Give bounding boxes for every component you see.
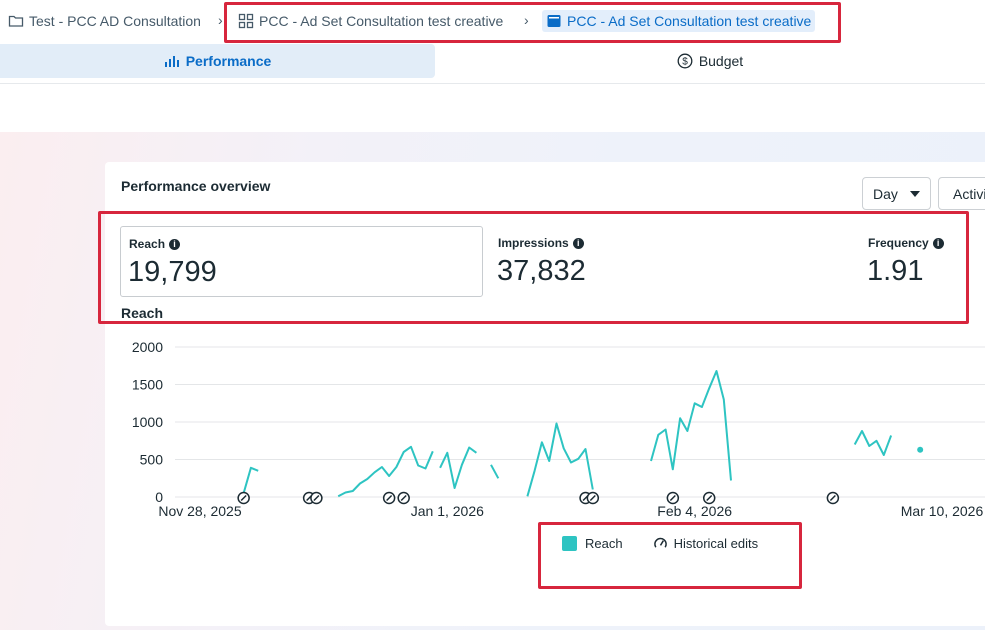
metric-impressions-value: 37,832 xyxy=(497,255,586,287)
breadcrumb-ad-label: PCC - Ad Set Consultation test creative xyxy=(567,13,812,29)
breadcrumb-ad-set[interactable]: PCC - Ad Set Consultation test creative xyxy=(238,10,503,32)
breadcrumb-separator: › xyxy=(524,12,529,28)
metric-impressions[interactable]: Impressions i 37,832 xyxy=(490,226,790,297)
breadcrumb-campaign-label: Test - PCC AD Consultation xyxy=(29,13,201,29)
x-tick-label: Jan 1, 2026 xyxy=(411,503,484,519)
reach-chart: 0500100015002000Nov 28, 2025 Jan 1, 2026 F… xyxy=(132,339,985,519)
tab-budget-label: Budget xyxy=(698,53,744,69)
metric-frequency-value: 1.91 xyxy=(867,255,924,287)
day-dropdown-label: Day xyxy=(873,185,898,202)
chart-title: Reach xyxy=(121,305,164,321)
reach-line xyxy=(853,430,893,456)
gauge-icon xyxy=(653,537,667,548)
reach-line xyxy=(650,370,732,481)
legend-reach-swatch[interactable] xyxy=(562,536,577,551)
breadcrumb-separator: › xyxy=(218,12,223,28)
tab-performance-label: Performance xyxy=(185,53,272,69)
metric-reach[interactable]: Reach i 19,799 xyxy=(120,226,483,297)
reach-point xyxy=(917,446,924,453)
performance-overview-card: Performance overview Day Activity Reachi… xyxy=(105,162,985,626)
info-icon[interactable]: i xyxy=(169,238,181,250)
breadcrumb-campaign[interactable]: Test - PCC AD Consultation xyxy=(8,10,201,32)
x-tick-label: Feb 4, 2026 xyxy=(657,503,732,519)
day-dropdown[interactable]: Day xyxy=(862,177,931,210)
y-tick-label: 1000 xyxy=(132,414,163,430)
x-tick-label: Mar 10, 2026 xyxy=(901,503,984,519)
chart-legend: Reach Historical edits xyxy=(562,536,758,551)
y-tick-label: 2000 xyxy=(132,339,163,355)
breadcrumb: Test - PCC AD Consultation › PCC - Ad Se… xyxy=(0,0,985,44)
activity-button-label: Activity xyxy=(953,185,985,202)
info-icon[interactable]: i xyxy=(572,237,584,249)
reach-line xyxy=(242,466,259,494)
metric-impressions-label: Impressions xyxy=(498,236,569,250)
reach-line xyxy=(490,464,500,479)
x-tick-label: Nov 28, 2025 xyxy=(158,503,241,519)
legend-historical-edits-label[interactable]: Historical edits xyxy=(674,536,759,551)
caret-down-icon xyxy=(909,190,920,197)
legend-reach-label[interactable]: Reach xyxy=(585,536,623,551)
metric-frequency-label: Frequency xyxy=(868,236,929,250)
y-tick-label: 1500 xyxy=(132,377,163,393)
metric-reach-label: Reach xyxy=(129,237,166,251)
metric-frequency[interactable]: Frequency i 1.91 xyxy=(860,226,980,297)
svg-text:$: $ xyxy=(682,57,688,68)
ad-icon xyxy=(547,15,561,27)
tab-budget[interactable]: $ Budget xyxy=(435,44,985,78)
grid-icon xyxy=(238,13,254,29)
folder-icon xyxy=(8,15,24,27)
y-tick-label: 500 xyxy=(140,452,164,468)
info-icon[interactable]: i xyxy=(932,237,944,249)
dollar-circle-icon: $ xyxy=(677,53,693,69)
breadcrumb-ad-set-label: PCC - Ad Set Consultation test creative xyxy=(259,13,504,29)
activity-button[interactable]: Activity xyxy=(938,177,985,210)
metric-reach-value: 19,799 xyxy=(128,256,217,288)
card-title: Performance overview xyxy=(121,178,271,194)
tab-bar: Performance $ Budget xyxy=(0,44,985,84)
breadcrumb-ad[interactable]: PCC - Ad Set Consultation test creative xyxy=(542,10,816,32)
bar-chart-icon xyxy=(164,56,179,67)
tab-performance[interactable]: Performance xyxy=(0,44,435,78)
reach-line xyxy=(337,445,434,498)
reach-line xyxy=(439,446,477,489)
